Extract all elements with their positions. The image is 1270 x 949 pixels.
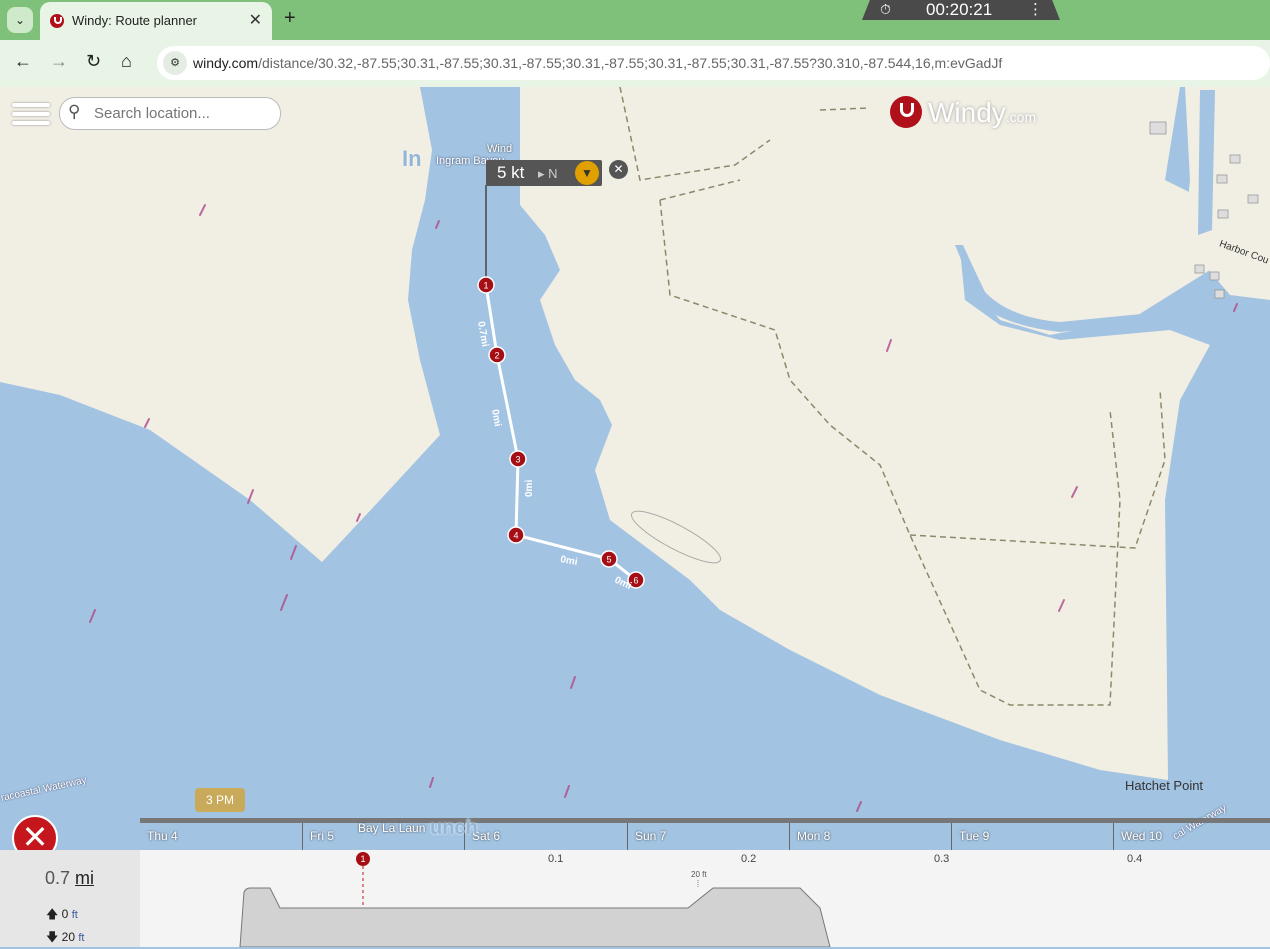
picker-close-icon[interactable]: ✕ — [609, 160, 628, 179]
timeline-day[interactable]: Wed 10 — [1113, 823, 1162, 850]
svg-text:3: 3 — [515, 455, 520, 465]
tab-title: Windy: Route planner — [72, 13, 198, 28]
chevron-down-icon[interactable]: ▼ — [575, 161, 599, 185]
elevation-panel: 0.7 mi 🡅 0 ft 🡇 20 ft 1 0.1 0.2 0.3 0.4 … — [0, 850, 1270, 947]
tab-active[interactable]: Windy: Route planner ✕ — [40, 2, 272, 40]
tab-strip: ⌄ Windy: Route planner ✕ + ⏱ 00:20:21 ⋮ — [0, 0, 1270, 40]
windy-favicon-icon — [50, 14, 64, 28]
time-cursor[interactable]: 3 PM — [195, 788, 245, 812]
windy-logo-icon — [890, 96, 922, 128]
search-box[interactable]: ⚲ — [59, 97, 281, 130]
url-field[interactable]: ⚙ windy.com/distance/30.32,-87.55;30.31,… — [157, 46, 1270, 80]
route-waypoint[interactable]: 3 — [509, 450, 527, 468]
timeline-day[interactable]: Tue 9 — [951, 823, 989, 850]
home-icon[interactable]: ⌂ — [121, 51, 132, 72]
timeline-day[interactable]: Fri 5 — [302, 823, 334, 850]
timeline-day[interactable]: Thu 4 — [140, 823, 178, 850]
wind-label: Wind — [487, 143, 513, 155]
route-waypoint[interactable]: 2 — [488, 346, 506, 364]
place-label-launch: unch — [430, 817, 478, 839]
svg-text:4: 4 — [513, 531, 518, 541]
logo-text: Windy — [928, 97, 1006, 128]
route-waypoint[interactable]: 5 — [600, 550, 618, 568]
timeline-day[interactable]: Sun 7 — [627, 823, 666, 850]
timer-more-icon[interactable]: ⋮ — [1028, 0, 1043, 18]
svg-text:5: 5 — [606, 555, 611, 565]
timeline-days[interactable]: Thu 4 Fri 5 Sat 6 Sun 7 Mon 8 Tue 9 Wed … — [140, 817, 1270, 850]
address-bar: ← → ↻ ⌂ ⚙ windy.com/distance/30.32,-87.5… — [0, 40, 1270, 87]
ascent: 🡅 0 ft — [46, 907, 78, 921]
wind-picker[interactable]: 5 kt ▸ N ▼ — [486, 160, 602, 186]
route-waypoint[interactable]: 1 — [477, 276, 495, 294]
new-tab-button[interactable]: + — [284, 7, 296, 30]
route-waypoint[interactable]: 4 — [507, 526, 525, 544]
logo-suffix: .com — [1005, 109, 1037, 125]
svg-text:6: 6 — [633, 576, 638, 586]
route-summary: 0.7 mi 🡅 0 ft 🡇 20 ft — [0, 850, 140, 947]
forward-icon[interactable]: → — [50, 51, 68, 72]
place-label-ingram-large: In — [402, 146, 422, 171]
reload-icon[interactable]: ↻ — [86, 51, 101, 72]
search-icon: ⚲ — [68, 102, 81, 121]
recording-timer: ⏱ 00:20:21 ⋮ — [862, 0, 1060, 20]
place-label-hatchet: Hatchet Point — [1125, 778, 1204, 793]
timer-value: 00:20:21 — [926, 0, 993, 19]
wind-value: 5 kt — [497, 163, 525, 182]
segment-distance-label: 0mi — [524, 480, 535, 497]
svg-text:2: 2 — [494, 351, 499, 361]
route-distance: 0.7 mi — [45, 868, 95, 888]
wind-direction: ▸ N — [538, 166, 558, 181]
place-label-bay: Bay La Laun — [358, 821, 426, 835]
tab-search-button[interactable]: ⌄ — [7, 7, 33, 33]
descent: 🡇 20 ft — [46, 930, 85, 944]
stopwatch-icon: ⏱ — [880, 1, 891, 17]
svg-text:1: 1 — [483, 281, 488, 291]
menu-icon[interactable] — [12, 100, 50, 130]
timeline-day[interactable]: Mon 8 — [789, 823, 830, 850]
url-text: windy.com/distance/30.32,-87.55;30.31,-8… — [193, 55, 1003, 71]
search-input[interactable] — [92, 104, 276, 123]
elevation-profile — [239, 866, 831, 947]
tab-close-icon[interactable]: ✕ — [249, 10, 262, 30]
map-view[interactable]: 123456 0.7mi0mi0mi0mi0mi ⚲ Windy.com In … — [0, 87, 1270, 850]
map-canvas: 123456 0.7mi0mi0mi0mi0mi — [0, 87, 1270, 850]
site-info-icon[interactable]: ⚙ — [163, 51, 187, 75]
back-icon[interactable]: ← — [14, 51, 32, 72]
